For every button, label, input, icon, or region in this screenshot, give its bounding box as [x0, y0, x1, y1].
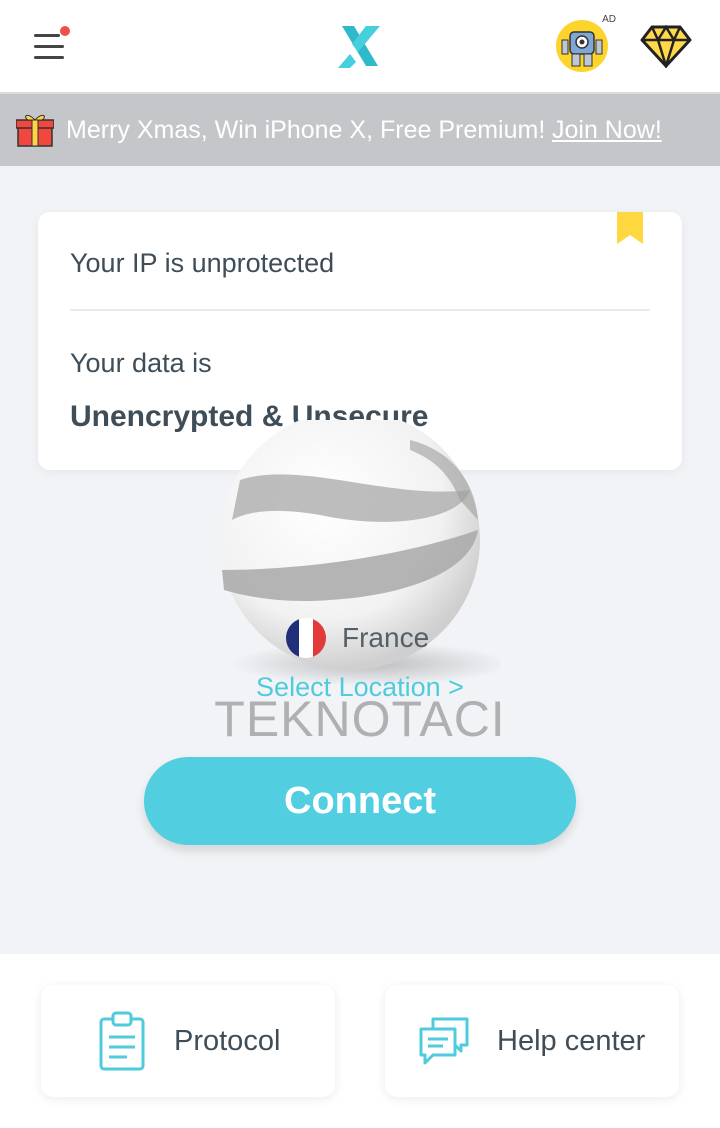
ip-status-text: Your IP is unprotected: [70, 248, 335, 278]
location-row[interactable]: France: [0, 614, 720, 664]
hamburger-menu-icon[interactable]: [34, 26, 70, 62]
ad-label: AD: [602, 14, 616, 25]
help-center-label: Help center: [497, 1025, 646, 1057]
connect-button[interactable]: Connect: [144, 757, 576, 845]
bookmark-icon[interactable]: [617, 212, 643, 244]
promo-text: Merry Xmas, Win iPhone X, Free Premium!: [66, 116, 546, 144]
gift-icon: [16, 114, 54, 147]
help-center-button[interactable]: Help center: [385, 985, 679, 1097]
country-label: France: [342, 622, 430, 653]
join-now-link[interactable]: Join Now!: [552, 116, 662, 145]
data-label: Your data is: [70, 348, 212, 378]
protocol-label: Protocol: [174, 1025, 281, 1057]
protocol-button[interactable]: Protocol: [41, 985, 335, 1097]
promo-banner[interactable]: Merry Xmas, Win iPhone X, Free Premium! …: [0, 94, 720, 166]
menu-line: [34, 56, 64, 59]
diamond-icon[interactable]: [640, 24, 692, 68]
menu-line: [34, 45, 64, 48]
notification-dot: [60, 26, 70, 36]
top-bar: AD: [0, 0, 720, 94]
france-flag-icon: [286, 618, 326, 658]
menu-line: [34, 34, 60, 37]
x-logo-icon: [338, 26, 380, 68]
divider: [70, 309, 650, 311]
chat-bubbles-icon: [419, 1017, 469, 1065]
bottom-panel: Protocol Help center: [0, 954, 720, 1128]
ad-button[interactable]: AD: [552, 14, 616, 78]
watermark: TEKNOTACI: [214, 691, 506, 747]
clipboard-icon: [99, 1011, 145, 1071]
